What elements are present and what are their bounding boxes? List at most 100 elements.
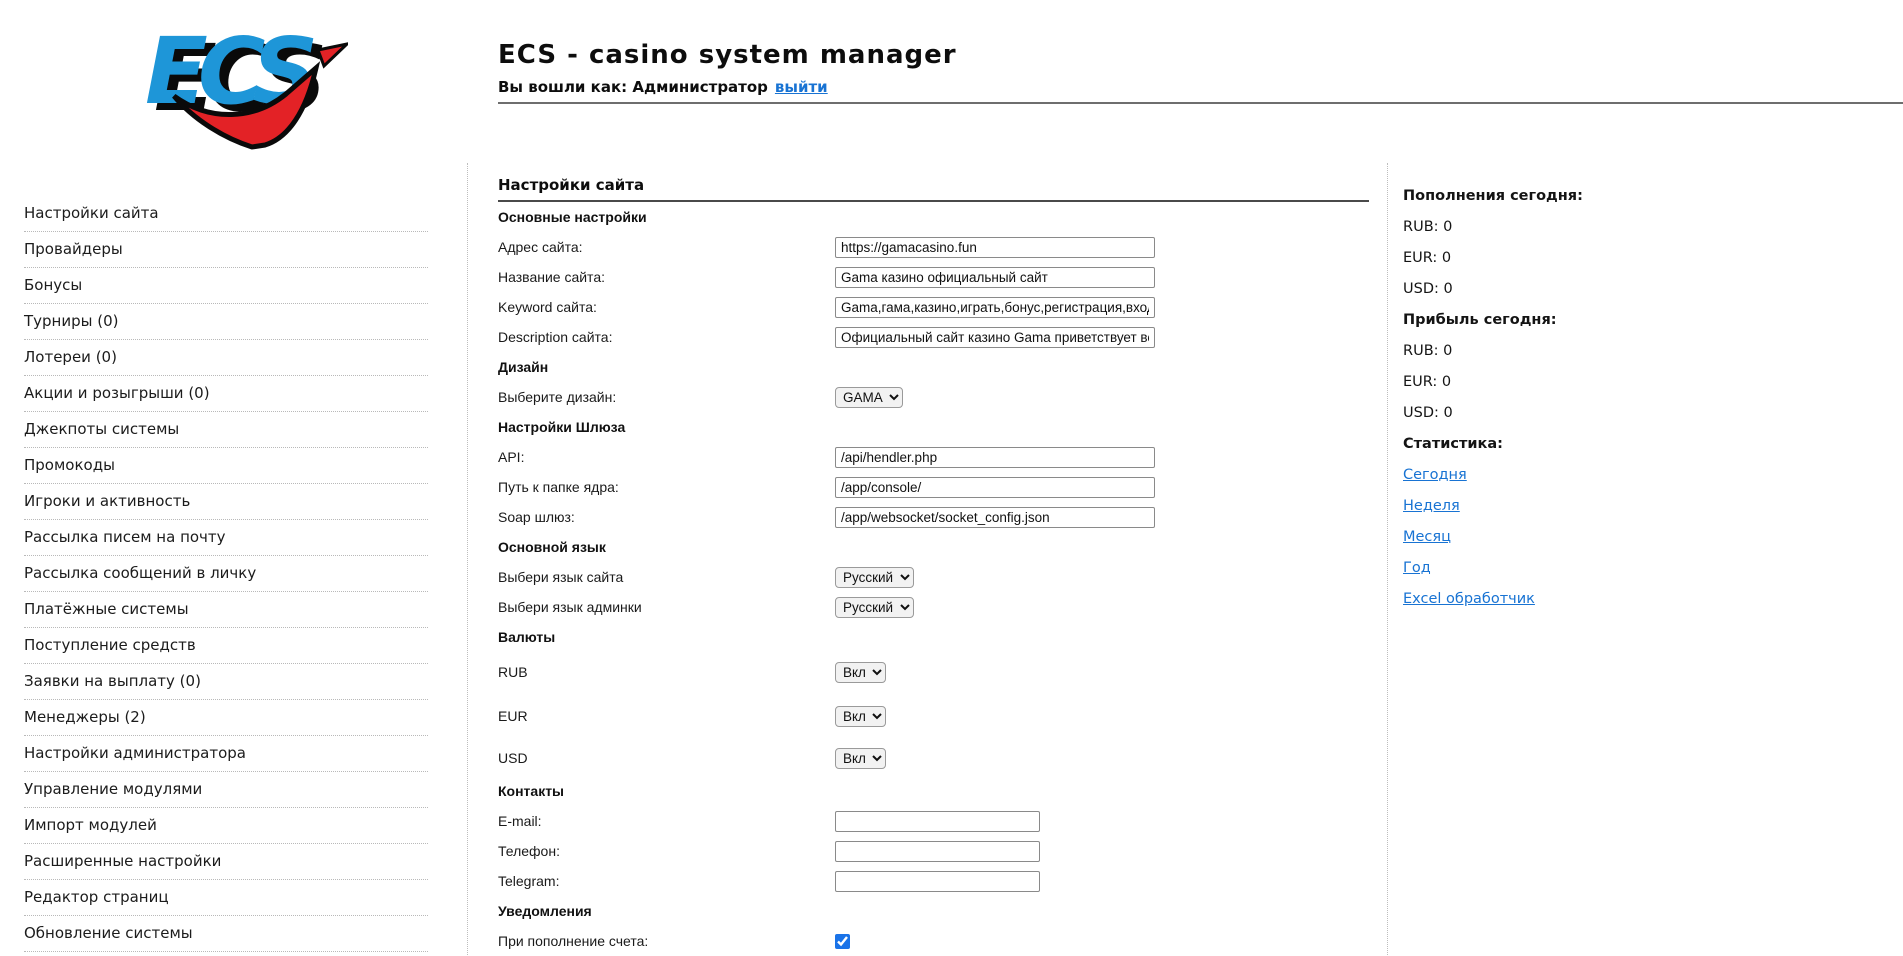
section-main-language: Основной язык <box>498 539 606 555</box>
rub-select[interactable]: Вкл <box>835 662 886 683</box>
form-row: Путь к папке ядра: <box>498 472 1370 502</box>
phone-label: Телефон: <box>498 843 835 859</box>
sidebar-main-divider <box>467 163 468 955</box>
site-name-input[interactable] <box>835 267 1155 288</box>
site-address-input[interactable] <box>835 237 1155 258</box>
profit-usd: USD: 0 <box>1403 397 1703 428</box>
section-row: Валюты <box>498 622 1370 652</box>
section-gateway: Настройки Шлюза <box>498 419 625 435</box>
sidebar-item-admin-settings[interactable]: Настройки администратора <box>24 736 428 772</box>
form-row: Телефон: <box>498 836 1370 866</box>
form-row: USD Вкл <box>498 740 1370 776</box>
sidebar-item-lotteries[interactable]: Лотереи (0) <box>24 340 428 376</box>
telegram-input[interactable] <box>835 871 1040 892</box>
form-row: Description сайта: <box>498 322 1370 352</box>
form-row: Выбери язык админки Русский <box>498 592 1370 622</box>
soap-label: Soap шлюз: <box>498 509 835 525</box>
section-currencies: Валюты <box>498 629 555 645</box>
profit-eur: EUR: 0 <box>1403 366 1703 397</box>
sidebar-item-players[interactable]: Игроки и активность <box>24 484 428 520</box>
stats-link-month[interactable]: Месяц <box>1403 529 1451 545</box>
sidebar-item-managers[interactable]: Менеджеры (2) <box>24 700 428 736</box>
sidebar-item-providers[interactable]: Провайдеры <box>24 232 428 268</box>
statistics-title: Статистика: <box>1403 428 1703 459</box>
deposits-eur: EUR: 0 <box>1403 242 1703 273</box>
stats-link-week[interactable]: Неделя <box>1403 498 1460 514</box>
design-select[interactable]: GAMA <box>835 387 903 408</box>
sidebar-item-module-manage[interactable]: Управление модулями <box>24 772 428 808</box>
eur-select[interactable]: Вкл <box>835 706 886 727</box>
sidebar-item-advanced[interactable]: Расширенные настройки <box>24 844 428 880</box>
ecs-logo-graphic: ECS ECS <box>138 14 348 152</box>
description-label: Description сайта: <box>498 329 835 345</box>
email-input[interactable] <box>835 811 1040 832</box>
sidebar-item-pm-mailing[interactable]: Рассылка сообщений в личку <box>24 556 428 592</box>
phone-input[interactable] <box>835 841 1040 862</box>
usd-select[interactable]: Вкл <box>835 748 886 769</box>
site-name-label: Название сайта: <box>498 269 835 285</box>
form-row: Keyword сайта: <box>498 292 1370 322</box>
form-row: Telegram: <box>498 866 1370 896</box>
site-address-label: Адрес сайта: <box>498 239 835 255</box>
keyword-input[interactable] <box>835 297 1155 318</box>
admin-lang-select[interactable]: Русский <box>835 597 914 618</box>
keyword-label: Keyword сайта: <box>498 299 835 315</box>
profit-rub: RUB: 0 <box>1403 335 1703 366</box>
eur-label: EUR <box>498 708 835 724</box>
sidebar-item-tournaments[interactable]: Турниры (0) <box>24 304 428 340</box>
stats-link-year[interactable]: Год <box>1403 560 1431 576</box>
form-row: Soap шлюз: <box>498 502 1370 532</box>
profit-today-title: Прибыль сегодня: <box>1403 304 1703 335</box>
telegram-label: Telegram: <box>498 873 835 889</box>
login-status-text: Вы вошли как: Администратор <box>498 78 768 96</box>
deposit-notification-checkbox[interactable] <box>835 934 850 949</box>
sidebar-item-payout-requests[interactable]: Заявки на выплату (0) <box>24 664 428 700</box>
rub-label: RUB <box>498 664 835 680</box>
form-row: E-mail: <box>498 806 1370 836</box>
form-row: RUB Вкл <box>498 652 1370 692</box>
sidebar-item-incoming-funds[interactable]: Поступление средств <box>24 628 428 664</box>
form-row: Выберите дизайн: GAMA <box>498 382 1370 412</box>
sidebar-item-promocodes[interactable]: Промокоды <box>24 448 428 484</box>
deposits-usd: USD: 0 <box>1403 273 1703 304</box>
section-row: Контакты <box>498 776 1370 806</box>
soap-input[interactable] <box>835 507 1155 528</box>
stats-link-today[interactable]: Сегодня <box>1403 467 1467 483</box>
section-contacts: Контакты <box>498 783 564 799</box>
sidebar-item-email-mailing[interactable]: Рассылка писем на почту <box>24 520 428 556</box>
description-input[interactable] <box>835 327 1155 348</box>
deposit-notification-label: При пополнение счета: <box>498 933 835 949</box>
deposits-today-title: Пополнения сегодня: <box>1403 180 1703 211</box>
logout-link[interactable]: выйти <box>775 78 828 96</box>
sidebar-item-module-import[interactable]: Импорт модулей <box>24 808 428 844</box>
stats-panel: Пополнения сегодня: RUB: 0 EUR: 0 USD: 0… <box>1403 180 1703 614</box>
form-row: Выбери язык сайта Русский <box>498 562 1370 592</box>
form-row: EUR Вкл <box>498 692 1370 740</box>
header-divider <box>498 102 1903 104</box>
form-row: API: <box>498 442 1370 472</box>
site-lang-label: Выбери язык сайта <box>498 569 835 585</box>
api-input[interactable] <box>835 447 1155 468</box>
sidebar-item-bonuses[interactable]: Бонусы <box>24 268 428 304</box>
sidebar-item-promotions[interactable]: Акции и розыгрыши (0) <box>24 376 428 412</box>
sidebar-item-page-editor[interactable]: Редактор страниц <box>24 880 428 916</box>
section-row: Основные настройки <box>498 202 1370 232</box>
admin-lang-label: Выбери язык админки <box>498 599 835 615</box>
section-row: Настройки Шлюза <box>498 412 1370 442</box>
section-basic-settings: Основные настройки <box>498 209 647 225</box>
section-row: Уведомления <box>498 896 1370 926</box>
core-path-label: Путь к папке ядра: <box>498 479 835 495</box>
core-path-input[interactable] <box>835 477 1155 498</box>
deposits-rub: RUB: 0 <box>1403 211 1703 242</box>
sidebar-item-system-update[interactable]: Обновление системы <box>24 916 428 952</box>
api-label: API: <box>498 449 835 465</box>
sidebar-menu: Настройки сайта Провайдеры Бонусы Турнир… <box>24 196 428 952</box>
login-status-line: Вы вошли как: Администратор выйти <box>498 78 828 96</box>
form-row: Адрес сайта: <box>498 232 1370 262</box>
sidebar-item-site-settings[interactable]: Настройки сайта <box>24 196 428 232</box>
stats-link-excel[interactable]: Excel обработчик <box>1403 591 1535 607</box>
form-row: При пополнение счета: <box>498 926 1370 956</box>
site-lang-select[interactable]: Русский <box>835 567 914 588</box>
sidebar-item-payment-systems[interactable]: Платёжные системы <box>24 592 428 628</box>
sidebar-item-jackpots[interactable]: Джекпоты системы <box>24 412 428 448</box>
